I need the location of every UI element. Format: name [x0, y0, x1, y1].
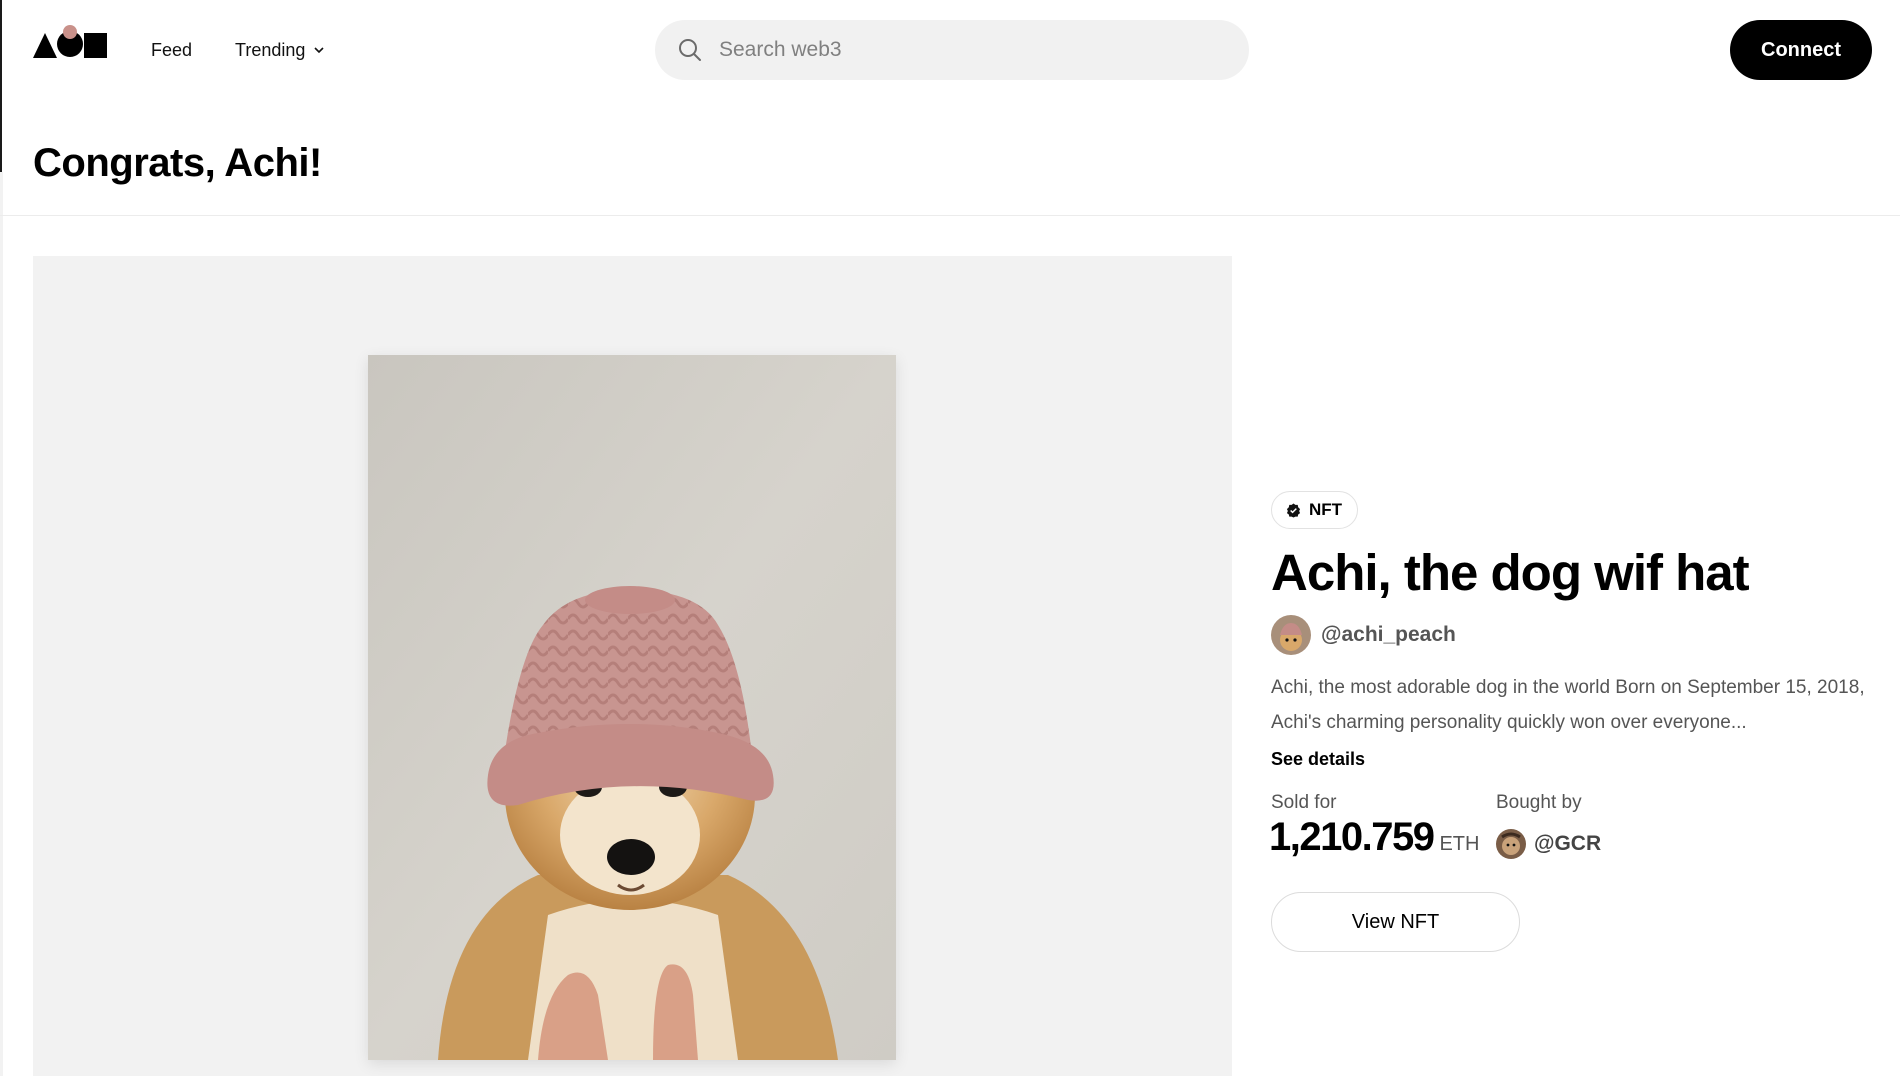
- sold-price: 1,210.759 ETH: [1269, 815, 1479, 860]
- see-details-link[interactable]: See details: [1271, 749, 1365, 770]
- nav-trending-dropdown[interactable]: Trending: [235, 38, 325, 62]
- sold-for-label: Sold for: [1271, 792, 1337, 813]
- top-header: Feed Trending Connect: [0, 0, 1900, 100]
- dog-with-pink-knit-hat-image: [368, 355, 896, 1060]
- sold-amount: 1,210.759: [1269, 815, 1435, 859]
- geometric-shapes-logo-icon: [33, 25, 107, 58]
- verified-check-icon: [1286, 502, 1301, 518]
- nft-badge-label: NFT: [1309, 500, 1343, 519]
- creator-handle: @achi_peach: [1321, 623, 1456, 646]
- page-title: Congrats, Achi!: [33, 141, 322, 185]
- header-divider: [0, 215, 1900, 216]
- connect-button[interactable]: Connect: [1730, 20, 1872, 80]
- creator-profile[interactable]: @achi_peach: [1271, 615, 1456, 655]
- nft-badge: NFT: [1271, 491, 1359, 529]
- chevron-down-icon: [314, 47, 324, 54]
- creator-avatar: [1271, 615, 1311, 655]
- buyer-profile[interactable]: @GCR: [1496, 829, 1601, 859]
- nft-image[interactable]: [368, 355, 896, 1060]
- search-bar[interactable]: [655, 20, 1249, 80]
- bought-by-label: Bought by: [1496, 792, 1582, 813]
- nav-trending-label: Trending: [235, 40, 306, 60]
- site-logo[interactable]: [33, 22, 107, 58]
- search-input[interactable]: [717, 37, 1201, 63]
- buyer-handle: @GCR: [1534, 832, 1602, 855]
- view-nft-button[interactable]: View NFT: [1271, 892, 1520, 952]
- nav-feed-link[interactable]: Feed: [151, 38, 192, 62]
- search-icon: [679, 39, 701, 61]
- nft-description: Achi, the most adorable dog in the world…: [1271, 677, 1865, 733]
- window-edge-lower: [0, 172, 3, 1076]
- media-panel: [33, 256, 1232, 1076]
- sold-unit: ETH: [1439, 833, 1480, 855]
- buyer-avatar: [1496, 829, 1526, 859]
- nft-title: Achi, the dog wif hat: [1271, 544, 1750, 601]
